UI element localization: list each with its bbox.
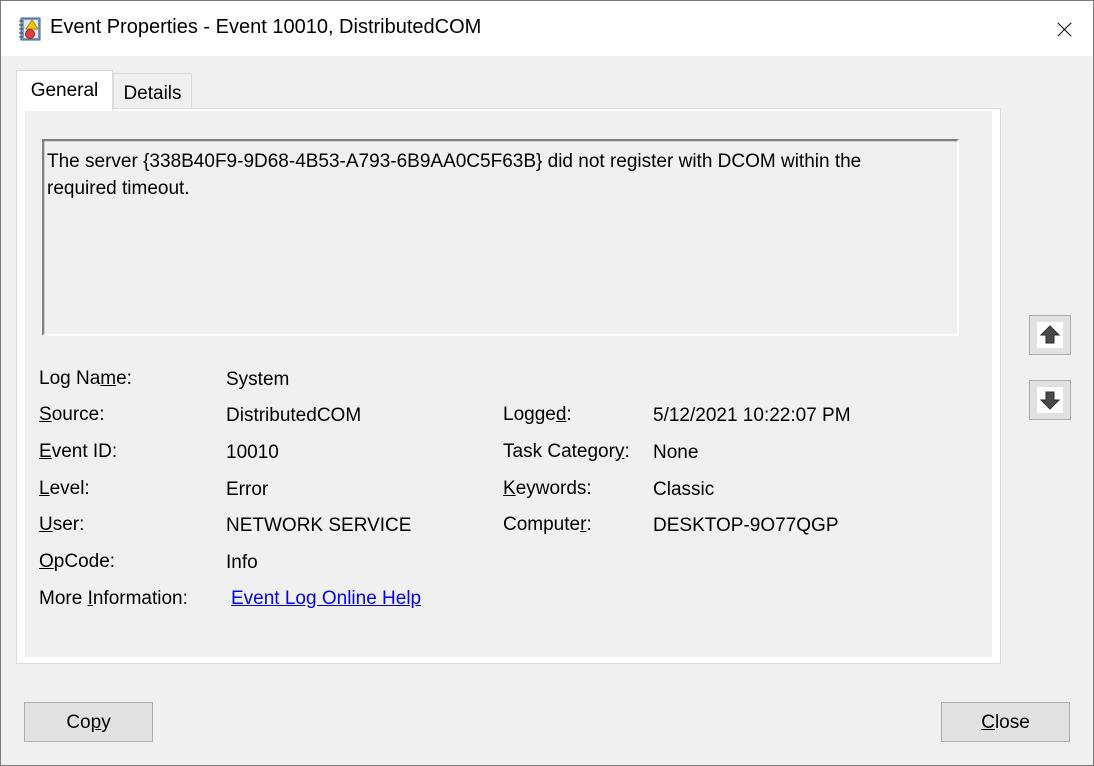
close-button[interactable]: Close: [941, 702, 1070, 742]
description-line: The server {338B40F9-9D68-4B53-A793-6B9A…: [47, 151, 862, 172]
level-label: Level:: [39, 478, 90, 499]
event-id-value: 10010: [226, 442, 279, 463]
log-name-value: System: [226, 369, 290, 390]
logged-label: Logged:: [503, 404, 572, 425]
level-value: Error: [226, 479, 269, 500]
user-label: User:: [39, 514, 85, 535]
tab-details[interactable]: Details: [113, 73, 192, 109]
close-icon[interactable]: [1049, 13, 1081, 45]
opcode-value: Info: [226, 552, 258, 573]
event-id-label: Event ID:: [39, 441, 118, 462]
event-properties-dialog: Event Properties - Event 10010, Distribu…: [0, 0, 1094, 766]
keywords-label: Keywords:: [503, 478, 592, 499]
previous-event-button[interactable]: [1029, 315, 1071, 355]
window-title: Event Properties - Event 10010, Distribu…: [50, 16, 482, 38]
next-event-button[interactable]: [1029, 380, 1071, 420]
event-log-online-help-link[interactable]: Event Log Online Help: [231, 588, 421, 610]
opcode-label: OpCode:: [39, 551, 116, 572]
computer-value: DESKTOP-9O77QGP: [653, 515, 839, 536]
logged-value: 5/12/2021 10:22:07 PM: [653, 405, 851, 426]
keywords-value: Classic: [653, 479, 715, 500]
log-name-label: Log Name:: [39, 368, 132, 389]
task-category-value: None: [653, 442, 699, 463]
source-label: Source:: [39, 404, 105, 425]
arrow-down-icon: [1039, 391, 1061, 410]
more-information-label: More Information:: [39, 588, 188, 609]
arrow-up-icon: [1039, 325, 1061, 344]
tab-general[interactable]: General: [16, 70, 113, 111]
user-value: NETWORK SERVICE: [226, 515, 412, 536]
source-value: DistributedCOM: [226, 405, 362, 426]
event-log-icon: [19, 17, 41, 41]
task-category-label: Task Category:: [503, 441, 630, 462]
title-bar: Event Properties - Event 10010, Distribu…: [1, 1, 1093, 56]
copy-button[interactable]: Copy: [24, 702, 153, 742]
computer-label: Computer:: [503, 514, 592, 535]
description-line: required timeout.: [47, 178, 190, 199]
event-description[interactable]: The server {338B40F9-9D68-4B53-A793-6B9A…: [42, 139, 959, 336]
